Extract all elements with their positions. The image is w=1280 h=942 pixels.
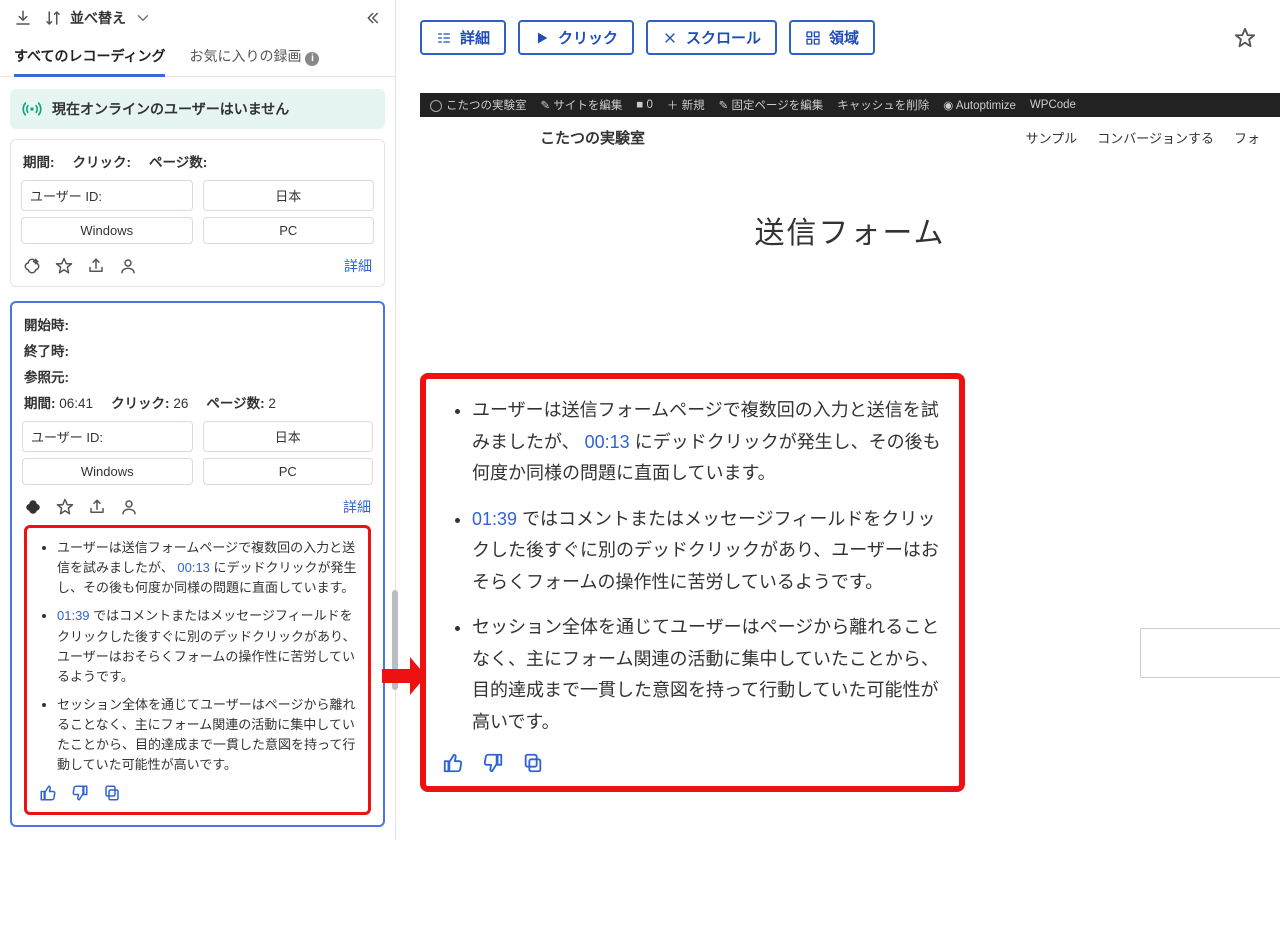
close-icon	[662, 30, 678, 46]
user-icon[interactable]	[119, 257, 137, 275]
recording-card[interactable]: 期間: クリック: ページ数: ユーザー ID: 日本 Windows PC 詳…	[10, 139, 385, 287]
nav-item[interactable]: フォ	[1234, 128, 1260, 147]
start-label: 開始時:	[24, 314, 69, 334]
recording-card-selected[interactable]: 開始時: 終了時: 参照元: 期間: 06:41 クリック: 26 ページ数: …	[10, 301, 385, 827]
page-heading: 送信フォーム	[420, 208, 1280, 252]
country-chip: 日本	[203, 180, 375, 211]
copy-icon[interactable]	[103, 784, 121, 802]
end-label: 終了時:	[24, 340, 69, 360]
thumbs-up-icon[interactable]	[39, 784, 57, 802]
site-title: こたつの実験室	[540, 127, 645, 148]
share-icon[interactable]	[87, 257, 105, 275]
share-icon[interactable]	[88, 498, 106, 516]
timestamp-link[interactable]: 00:13	[585, 432, 630, 452]
list-icon	[436, 30, 452, 46]
clicks-value: 26	[173, 396, 188, 411]
user-id-chip: ユーザー ID:	[21, 180, 193, 211]
timestamp-link[interactable]: 01:39	[57, 608, 90, 623]
broadcast-icon	[22, 99, 42, 119]
period-label: 期間:	[23, 151, 55, 171]
sort-icon	[44, 9, 62, 27]
nav-item[interactable]: サンプル	[1026, 128, 1078, 147]
thumbs-down-icon[interactable]	[482, 752, 504, 774]
thumbs-up-icon[interactable]	[442, 752, 464, 774]
nav-item[interactable]: コンバージョンする	[1097, 128, 1214, 147]
site-nav: サンプル コンバージョンする フォ	[1026, 128, 1260, 147]
period-value: 06:41	[59, 396, 93, 411]
country-chip: 日本	[203, 421, 374, 452]
site-header: こたつの実験室 サンプル コンバージョンする フォ	[420, 117, 1280, 158]
scroll-view-button[interactable]: スクロール	[646, 20, 777, 55]
os-chip: Windows	[22, 458, 193, 485]
timestamp-link[interactable]: 01:39	[472, 509, 517, 529]
main-area: 詳細 クリック スクロール 領域 こたつの実験室 ✎ サイトを編集 ■ 0 ＋ …	[396, 0, 1280, 840]
device-chip: PC	[203, 217, 375, 244]
os-chip: Windows	[21, 217, 193, 244]
timestamp-link[interactable]: 00:13	[177, 560, 210, 575]
pages-value: 2	[268, 396, 276, 411]
download-icon[interactable]	[14, 9, 32, 27]
device-chip: PC	[203, 458, 374, 485]
click-view-button[interactable]: クリック	[518, 20, 634, 55]
favorite-star-icon[interactable]	[1234, 27, 1256, 49]
play-icon	[534, 30, 550, 46]
user-id-chip: ユーザー ID:	[22, 421, 193, 452]
session-preview: こたつの実験室 ✎ サイトを編集 ■ 0 ＋ 新規 ✎ 固定ページを編集 キャッ…	[420, 93, 1280, 840]
wordpress-admin-bar: こたつの実験室 ✎ サイトを編集 ■ 0 ＋ 新規 ✎ 固定ページを編集 キャッ…	[420, 93, 1280, 117]
star-icon[interactable]	[55, 257, 73, 275]
tab-favorite-recordings[interactable]: お気に入りの録画i	[189, 36, 319, 76]
main-toolbar: 詳細 クリック スクロール 領域	[396, 0, 1280, 69]
star-icon[interactable]	[56, 498, 74, 516]
sidebar: 並べ替え すべてのレコーディング お気に入りの録画i 現在オンラインのユーザーは…	[0, 0, 396, 840]
callout-arrow-icon	[380, 655, 428, 697]
detail-link[interactable]: 詳細	[344, 256, 372, 276]
online-banner-text: 現在オンラインのユーザーはいません	[52, 99, 289, 119]
ai-sparkle-icon[interactable]	[23, 257, 41, 275]
detail-link[interactable]: 詳細	[343, 497, 371, 517]
detail-view-button[interactable]: 詳細	[420, 20, 506, 55]
ai-summary-small: ユーザーは送信フォームページで複数回の入力と送信を試みましたが、 00:13 に…	[24, 525, 371, 815]
sort-label: 並べ替え	[70, 8, 126, 28]
info-icon: i	[305, 52, 319, 66]
ref-label: 参照元:	[24, 366, 69, 386]
sort-dropdown[interactable]: 並べ替え	[44, 8, 152, 28]
thumbs-down-icon[interactable]	[71, 784, 89, 802]
collapse-sidebar-icon[interactable]	[363, 9, 381, 27]
user-icon[interactable]	[120, 498, 138, 516]
grid-icon	[805, 30, 821, 46]
region-view-button[interactable]: 領域	[789, 20, 875, 55]
clicks-label: クリック:	[73, 151, 132, 171]
chevron-down-icon	[134, 9, 152, 27]
ai-summary-large: ユーザーは送信フォームページで複数回の入力と送信を試みましたが、 00:13 に…	[420, 373, 965, 792]
ai-sparkle-filled-icon[interactable]	[24, 498, 42, 516]
pages-label: ページ数:	[149, 151, 207, 171]
online-users-banner: 現在オンラインのユーザーはいません	[10, 89, 385, 129]
sidebar-tabs: すべてのレコーディング お気に入りの録画i	[0, 36, 395, 77]
form-input-preview	[1140, 628, 1280, 678]
sidebar-topbar: 並べ替え	[0, 0, 395, 36]
tab-all-recordings[interactable]: すべてのレコーディング	[14, 36, 165, 76]
copy-icon[interactable]	[522, 752, 544, 774]
